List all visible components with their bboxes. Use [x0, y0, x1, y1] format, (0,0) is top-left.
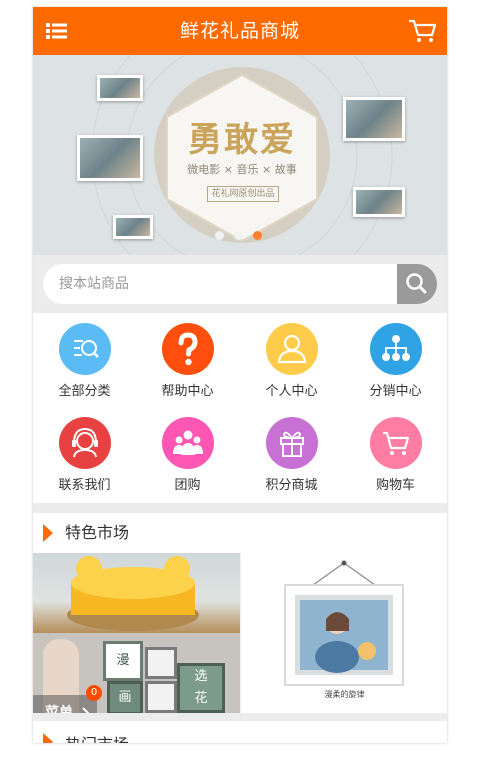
carousel-dot-active[interactable]: [253, 231, 262, 240]
nav-item-help-center[interactable]: 帮助中心: [136, 313, 239, 405]
section-title: 热门市场: [65, 731, 129, 743]
banner-photo: [77, 135, 143, 181]
frame-text: 花: [194, 691, 208, 706]
banner-badge: 花礼网原创出品: [207, 186, 279, 202]
banner-photo: [113, 215, 153, 239]
nav-icon-circle: [266, 323, 318, 375]
nav-item-contact-us[interactable]: 联系我们: [33, 407, 136, 499]
banner-subtitle: 微电影 × 音乐 × 故事: [187, 163, 297, 176]
banner-photo: [353, 187, 405, 217]
search-icon: [406, 273, 427, 294]
section-title: 特色市场: [65, 523, 130, 542]
category-search-icon: [74, 340, 99, 358]
nav-icon-circle: [59, 323, 111, 375]
nav-label: 全部分类: [58, 384, 111, 399]
nav-label: 购物车: [375, 478, 415, 493]
carousel-dot[interactable]: [215, 231, 224, 240]
search-bar: 搜本站商品: [33, 255, 447, 313]
frame-text: 选: [194, 669, 208, 684]
gift-icon: [280, 431, 304, 457]
nav-icon-circle: [162, 323, 214, 375]
divider: [33, 505, 447, 513]
nav-item-all-categories[interactable]: 全部分类: [33, 313, 136, 405]
search-input[interactable]: 搜本站商品: [43, 264, 398, 304]
nav-icon-circle: [370, 323, 422, 375]
nav-label: 团购: [174, 478, 201, 493]
app-frame: 鲜花礼品商城 勇敢爱 微电影 × 音乐 × 故事 花礼网原创出品 搜本站商品 全…: [33, 7, 447, 743]
cart-icon: [383, 431, 410, 455]
section-header-featured: 特色市场: [33, 513, 447, 554]
nav-label: 个人中心: [265, 384, 318, 399]
nav-label: 分销中心: [369, 384, 422, 399]
nav-label: 帮助中心: [161, 384, 214, 399]
banner-title: 勇敢爱: [188, 120, 296, 160]
nav-label: 积分商城: [265, 478, 318, 493]
nav-item-user-center[interactable]: 个人中心: [240, 313, 343, 405]
question-icon: [178, 332, 198, 366]
carousel-dots: [215, 231, 272, 241]
banner-photo: [343, 97, 405, 141]
cake-image: [33, 553, 240, 633]
carousel-dot[interactable]: [234, 231, 243, 240]
frame: [145, 647, 177, 679]
frame: 画: [107, 681, 143, 713]
banner-photo: [97, 75, 143, 101]
top-header: 鲜花礼品商城: [33, 7, 447, 55]
cart-icon: [409, 19, 437, 42]
notification-badge: 0: [86, 685, 102, 701]
user-icon: [277, 334, 307, 364]
frame: 选花: [177, 663, 225, 713]
frame: 漫: [103, 641, 143, 681]
nav-icon-circle: [162, 417, 214, 469]
page-title: 鲜花礼品商城: [179, 20, 300, 42]
nav-item-group-buy[interactable]: 团购: [136, 407, 239, 499]
search-placeholder: 搜本站商品: [59, 276, 129, 292]
headset-icon: [72, 427, 98, 458]
frame: [145, 681, 177, 713]
section-header-hot: 热门市场: [33, 721, 447, 743]
cake-illustration: [67, 556, 199, 631]
nav-grid: 全部分类 帮助中心 个人中心 分销中心 联系我们 团购 积分商城 购物车: [33, 313, 447, 503]
nav-icon-circle: [370, 417, 422, 469]
search-button[interactable]: [397, 264, 437, 304]
nav-item-shopping-cart[interactable]: 购物车: [344, 407, 447, 499]
section-marker: [43, 733, 53, 743]
nav-icon-circle: [266, 417, 318, 469]
nav-icon-circle: [59, 417, 111, 469]
promo-tile-right[interactable]: 漫柔的旋律: [240, 553, 447, 713]
header-cart-button[interactable]: [407, 17, 437, 45]
promo-tile-left[interactable]: 漫 画 选花: [33, 553, 240, 713]
promo-caption: 漫柔的旋律: [324, 690, 365, 699]
promo-banner[interactable]: 勇敢爱 微电影 × 音乐 × 故事 花礼网原创出品: [33, 55, 447, 255]
network-icon: [382, 335, 410, 361]
nav-item-points-mall[interactable]: 积分商城: [240, 407, 343, 499]
section-marker: [43, 524, 53, 542]
nav-label: 联系我们: [58, 478, 111, 493]
divider: [33, 713, 447, 721]
nav-item-distribution-center[interactable]: 分销中心: [344, 313, 447, 405]
group-icon: [173, 430, 203, 455]
